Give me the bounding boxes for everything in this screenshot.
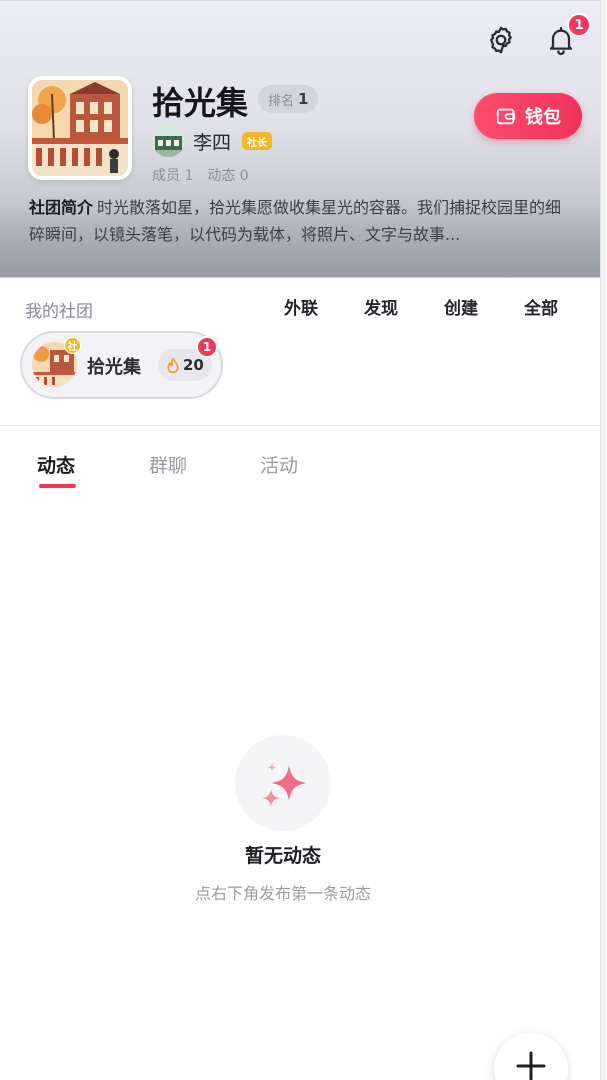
nav-create[interactable]: 创建 — [444, 294, 478, 319]
wallet-icon — [496, 108, 516, 125]
club-intro[interactable]: 社团简介 时光散落如星，拾光集愿做收集星光的容器。我们捕捉校园里的细碎瞬间，以镜头… — [29, 194, 577, 248]
sparkle-icon — [262, 763, 307, 807]
section-divider — [0, 425, 600, 426]
empty-state-subtitle: 点右下角发布第一条动态 — [194, 884, 371, 903]
my-club-heat-value: 20 — [183, 356, 204, 374]
members-count[interactable]: 成员 1 — [152, 165, 193, 185]
notification-badge: 1 — [567, 13, 591, 37]
wallet-button[interactable]: 钱包 — [474, 93, 582, 139]
tab-activities[interactable]: 活动 — [260, 451, 298, 478]
owner-name[interactable]: 李四 — [193, 128, 231, 155]
right-edge-strip — [600, 0, 607, 1080]
club-role-badge: 社 — [64, 337, 81, 354]
flame-icon — [167, 357, 179, 373]
owner-avatar[interactable] — [152, 124, 185, 157]
nav-outreach[interactable]: 外联 — [284, 294, 318, 319]
tab-group-chat[interactable]: 群聊 — [149, 451, 187, 478]
posts-count[interactable]: 动态 0 — [207, 165, 248, 185]
club-stats: 成员 1 动态 0 — [152, 165, 249, 185]
club-cover-image[interactable] — [28, 76, 132, 180]
club-title: 拾光集 — [152, 84, 249, 122]
my-club-name: 拾光集 — [87, 357, 141, 378]
nav-all[interactable]: 全部 — [524, 294, 558, 319]
wallet-label: 钱包 — [525, 107, 561, 128]
club-cover-illustration — [32, 80, 128, 176]
rank-label: 排名 — [268, 93, 295, 109]
plus-icon — [516, 1051, 546, 1080]
tab-posts[interactable]: 动态 — [37, 451, 75, 478]
new-post-button[interactable] — [494, 1033, 568, 1080]
my-club-unread-badge: 1 — [196, 336, 218, 358]
active-tab-indicator — [39, 484, 76, 488]
intro-label: 社团简介 — [29, 198, 94, 217]
settings-button[interactable] — [481, 20, 521, 60]
owner-role-badge: 社长 — [242, 132, 272, 150]
nav-discover[interactable]: 发现 — [364, 294, 398, 319]
owner-avatar-image — [152, 124, 185, 157]
empty-state-title: 暂无动态 — [244, 845, 321, 867]
my-clubs-title: 我的社团 — [25, 302, 93, 322]
empty-state-illustration — [235, 735, 331, 831]
gear-icon — [490, 26, 512, 54]
rank-pill[interactable]: 排名 1 — [258, 85, 319, 113]
intro-text: 时光散落如星，拾光集愿做收集星光的容器。我们捕捉校园里的细碎瞬间，以镜头落笔，以… — [29, 198, 562, 244]
club-page: 1 拾光集 排名 1 李四 社长 成员 1 动态 0 钱包 社团简介 时光散落如… — [0, 0, 607, 1080]
rank-value: 1 — [298, 90, 309, 108]
